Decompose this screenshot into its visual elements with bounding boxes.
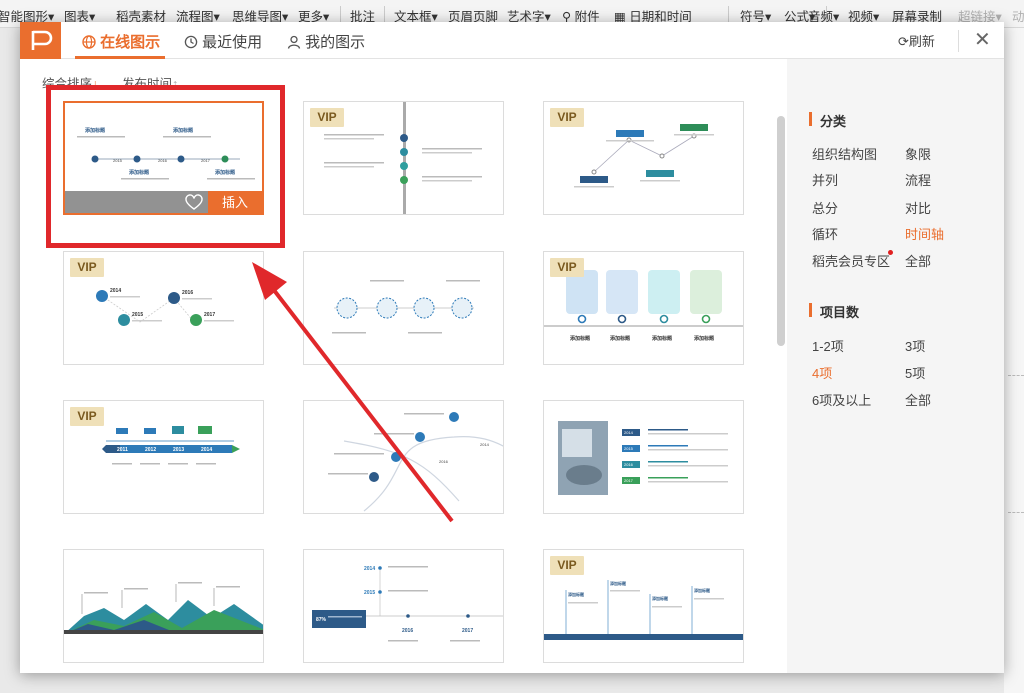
annotation-arrow: [252, 262, 454, 523]
